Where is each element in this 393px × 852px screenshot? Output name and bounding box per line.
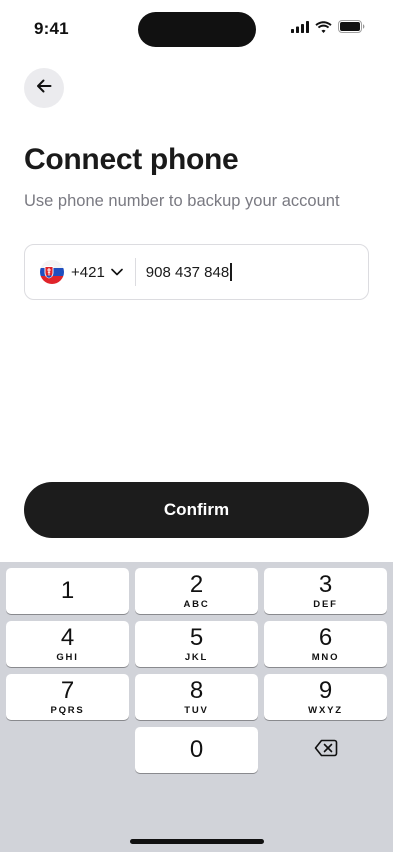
dynamic-island xyxy=(138,12,256,47)
key-digit: 8 xyxy=(189,677,204,704)
keypad-key-2[interactable]: 2 ABC xyxy=(135,568,258,614)
wifi-icon xyxy=(315,20,332,38)
confirm-button[interactable]: Confirm xyxy=(24,482,369,538)
keypad-key-5[interactable]: 5 JKL xyxy=(135,621,258,667)
keypad-key-8[interactable]: 8 TUV xyxy=(135,674,258,720)
key-digit: 9 xyxy=(318,677,333,704)
field-divider xyxy=(134,258,136,286)
key-digit: 2 xyxy=(189,571,204,598)
country-code-picker[interactable]: +421 xyxy=(25,245,135,299)
key-digit: 0 xyxy=(189,736,204,763)
key-letters: MNO xyxy=(311,652,340,663)
cellular-signal-icon xyxy=(291,20,309,38)
status-time: 9:41 xyxy=(34,19,69,38)
keypad-key-3[interactable]: 3 DEF xyxy=(264,568,387,614)
back-button[interactable] xyxy=(24,68,64,108)
dial-code: +421 xyxy=(71,263,105,281)
key-letters: GHI xyxy=(56,652,79,663)
numeric-keypad: 1 2 ABC 3 DEF 4 GHI 5 JKL 6 MNO 7 PQRS 8… xyxy=(0,562,393,852)
keypad-key-9[interactable]: 9 WXYZ xyxy=(264,674,387,720)
status-icons xyxy=(291,20,365,38)
key-letters: JKL xyxy=(184,652,209,663)
home-indicator xyxy=(130,839,264,844)
keypad-key-4[interactable]: 4 GHI xyxy=(6,621,129,667)
delete-key[interactable] xyxy=(264,727,387,773)
keypad-key-7[interactable]: 7 PQRS xyxy=(6,674,129,720)
key-digit: 6 xyxy=(318,624,333,651)
backspace-icon xyxy=(314,739,338,762)
key-digit: 3 xyxy=(318,571,333,598)
phone-number-input[interactable]: 908 437 848 xyxy=(146,263,232,281)
key-digit: 4 xyxy=(60,624,75,651)
phone-number-field[interactable]: +421 908 437 848 xyxy=(24,244,369,300)
key-digit: 7 xyxy=(60,677,75,704)
keypad-key-1[interactable]: 1 xyxy=(6,568,129,614)
key-letters: WXYZ xyxy=(308,705,343,716)
text-cursor xyxy=(230,263,232,281)
key-letters: PQRS xyxy=(50,705,85,716)
slovakia-flag-icon xyxy=(40,260,64,284)
key-digit: 5 xyxy=(189,624,204,651)
keypad-key-6[interactable]: 6 MNO xyxy=(264,621,387,667)
chevron-down-icon xyxy=(110,263,123,281)
key-letters: DEF xyxy=(313,599,338,610)
battery-icon xyxy=(338,20,365,38)
page-subtitle: Use phone number to backup your account xyxy=(24,192,340,210)
page-title: Connect phone xyxy=(24,143,239,176)
key-digit: 1 xyxy=(60,577,75,604)
phone-number-value: 908 437 848 xyxy=(145,263,230,281)
keypad-key-0[interactable]: 0 xyxy=(135,727,258,773)
status-bar: 9:41 xyxy=(0,0,393,54)
arrow-left-icon xyxy=(35,77,53,100)
key-letters: TUV xyxy=(184,705,209,716)
key-letters: ABC xyxy=(183,599,210,610)
